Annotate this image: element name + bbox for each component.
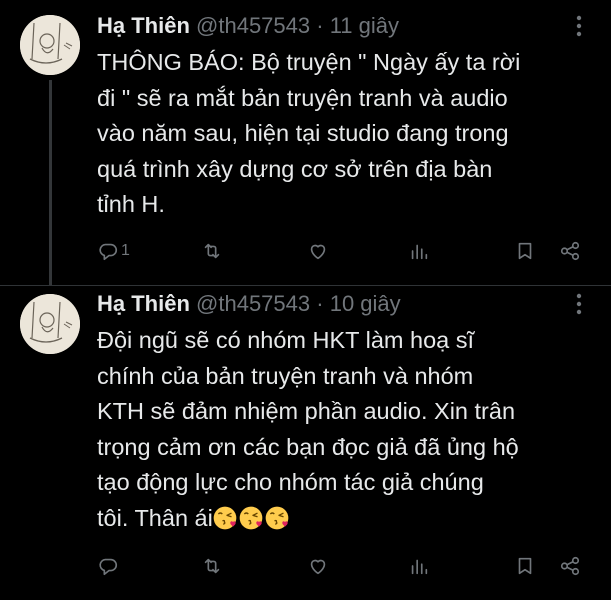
share-button[interactable] [559,236,581,266]
reply-icon [99,558,117,576]
tweet-text-line: KTH sẽ đảm nhiệm phần audio. Xin trân [97,398,516,424]
tweet-text-line: Đội ngũ sẽ có nhóm HKT làm hoạ sĩ [97,327,475,353]
views-button[interactable] [408,236,430,266]
tweet-divider [0,285,611,286]
like-icon [310,559,326,575]
tweet-text-line: tỉnh H. [97,191,165,217]
tweet-text: Đội ngũ sẽ có nhóm HKT làm hoạ sĩ chính … [97,323,597,536]
action-bar: 1 [97,236,597,266]
tweet-header: Hạ Thiên @th457543 · 10 giây [97,288,401,320]
action-bar [97,551,597,581]
thread-line [49,80,52,285]
more-options-icon[interactable] [567,292,591,316]
share-button[interactable] [559,551,581,581]
bookmark-button[interactable] [514,236,536,266]
tweet-text-line: quá trình xây dựng cơ sở trên địa bàn [97,155,493,182]
tweet-text-last-line: tôi. Thân ái [97,501,597,537]
reply-icon [99,243,117,261]
views-button[interactable] [408,551,430,581]
like-button[interactable] [307,551,329,581]
share-icon [560,241,580,261]
separator-dot: · [316,291,324,316]
bookmark-icon [518,242,532,260]
share-icon [560,556,580,576]
tweet-text-line: tôi. Thân ái [97,504,213,531]
tweet-text-line: tạo động lực cho nhóm tác giả chúng [97,469,484,495]
retweet-icon [204,558,220,574]
tweet-text-line: đi " sẽ ra mắt bản truyện tranh và audio [97,84,508,111]
display-name[interactable]: Hạ Thiên [97,13,190,38]
avatar[interactable] [20,294,80,354]
username[interactable]: @th457543 [196,13,310,38]
kiss-emoji-icon [213,506,237,530]
bookmark-icon [518,557,532,575]
reply-button[interactable] [97,551,121,581]
username[interactable]: @th457543 [196,291,310,316]
avatar-image [20,294,80,354]
reply-button[interactable]: 1 [97,236,130,266]
views-icon [411,244,428,260]
tweet-text-line: chính của bản truyện tranh và nhóm [97,362,474,389]
avatar[interactable] [20,15,80,75]
kiss-emoji-icon [239,506,263,530]
retweet-button[interactable] [201,236,223,266]
timestamp[interactable]: 11 giây [330,13,399,38]
tweet-text: THÔNG BÁO: Bộ truyện " Ngày ấy ta rời đi… [97,45,597,223]
tweet-text-line: vào năm sau, hiện tại studio đang trong [97,120,509,146]
retweet-button[interactable] [201,551,223,581]
retweet-icon [204,243,220,259]
bookmark-button[interactable] [514,551,536,581]
views-icon [411,559,428,575]
tweet-header: Hạ Thiên @th457543 · 11 giây [97,10,399,42]
avatar-image [20,15,80,75]
display-name[interactable]: Hạ Thiên [97,291,190,316]
like-icon [310,244,326,260]
tweet-text-line: THÔNG BÁO: Bộ truyện " Ngày ấy ta rời [97,49,521,75]
separator-dot: · [316,13,324,38]
tweet-text-line: trọng cảm ơn các bạn đọc giả đã ủng hộ [97,433,519,460]
timestamp[interactable]: 10 giây [330,291,401,316]
like-button[interactable] [307,236,329,266]
more-options-icon[interactable] [567,14,591,38]
tweet[interactable]: Hạ Thiên @th457543 · 11 giây THÔNG BÁO: … [0,0,611,285]
reply-count: 1 [121,242,130,259]
kiss-emoji-icon [265,506,289,530]
